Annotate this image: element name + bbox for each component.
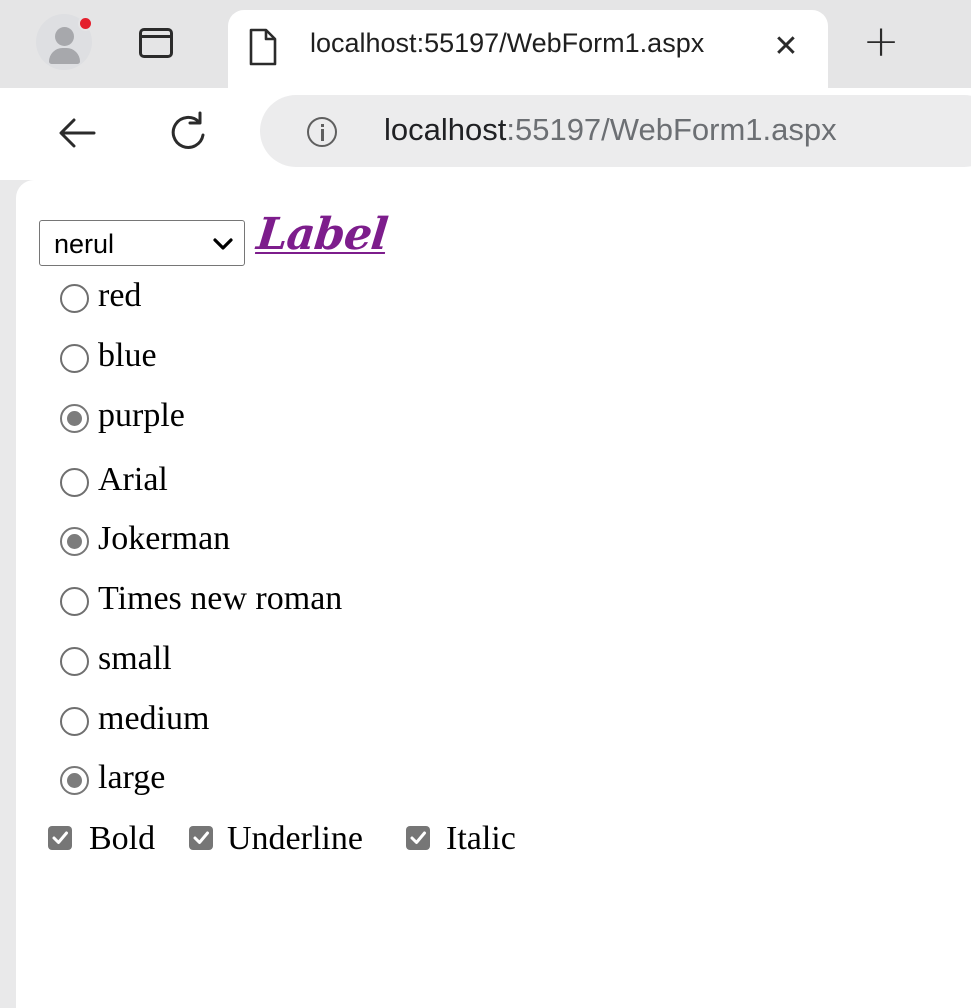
radio-button[interactable]: [60, 527, 89, 556]
site-info-icon[interactable]: [307, 117, 337, 147]
radio-label: red: [98, 277, 142, 314]
browser-toolbar: localhost:55197/WebForm1.aspx: [0, 88, 971, 180]
url-path: :55197/WebForm1.aspx: [506, 112, 837, 147]
reload-icon[interactable]: [163, 108, 213, 158]
radio-button[interactable]: [60, 587, 89, 616]
avatar-head-icon: [55, 27, 74, 46]
tab-actions-icon[interactable]: [139, 28, 173, 58]
page-file-icon: [249, 28, 277, 66]
active-tab[interactable]: localhost:55197/WebForm1.aspx ✕: [228, 10, 828, 88]
location-dropdown[interactable]: nerul: [39, 220, 245, 266]
chevron-down-icon: [213, 238, 233, 250]
radio-button[interactable]: [60, 344, 89, 373]
avatar-body-icon: [49, 48, 80, 64]
checkmark-icon: [193, 831, 209, 844]
radio-label: Times new roman: [98, 580, 343, 617]
radio-button[interactable]: [60, 468, 89, 497]
checkmark-icon: [410, 831, 426, 844]
radio-label: medium: [98, 700, 210, 737]
radio-label: large: [98, 759, 166, 796]
bold-checkbox[interactable]: [48, 826, 72, 850]
underline-checkbox[interactable]: [189, 826, 213, 850]
radio-button[interactable]: [60, 284, 89, 313]
tab-title: localhost:55197/WebForm1.aspx: [310, 28, 705, 58]
dropdown-value: nerul: [54, 229, 115, 259]
url-host: localhost: [384, 112, 507, 147]
notification-dot-icon: [78, 16, 93, 31]
radio-label: Arial: [98, 461, 168, 498]
back-arrow-icon[interactable]: [52, 108, 102, 158]
radio-label: purple: [98, 397, 185, 434]
web-page: nerul Label red blue purple Arial Jokerm…: [16, 180, 971, 1008]
checkmark-icon: [52, 831, 68, 844]
radio-button[interactable]: [60, 707, 89, 736]
bold-label: Bold: [89, 820, 156, 857]
tab-strip: localhost:55197/WebForm1.aspx ✕ +: [0, 0, 971, 88]
close-tab-icon[interactable]: ✕: [769, 30, 803, 64]
address-bar[interactable]: localhost:55197/WebForm1.aspx: [260, 95, 971, 167]
italic-label: Italic: [446, 820, 516, 857]
radio-label: blue: [98, 337, 157, 374]
profile-avatar[interactable]: [36, 14, 93, 70]
radio-label: Jokerman: [98, 520, 231, 557]
radio-button[interactable]: [60, 404, 89, 433]
url-text: localhost:55197/WebForm1.aspx: [384, 112, 837, 148]
radio-button[interactable]: [60, 766, 89, 795]
underline-label: Underline: [227, 820, 363, 857]
radio-button[interactable]: [60, 647, 89, 676]
italic-checkbox[interactable]: [406, 826, 430, 850]
radio-label: small: [98, 640, 172, 677]
new-tab-icon[interactable]: +: [858, 19, 904, 65]
styled-label: Label: [254, 209, 390, 260]
